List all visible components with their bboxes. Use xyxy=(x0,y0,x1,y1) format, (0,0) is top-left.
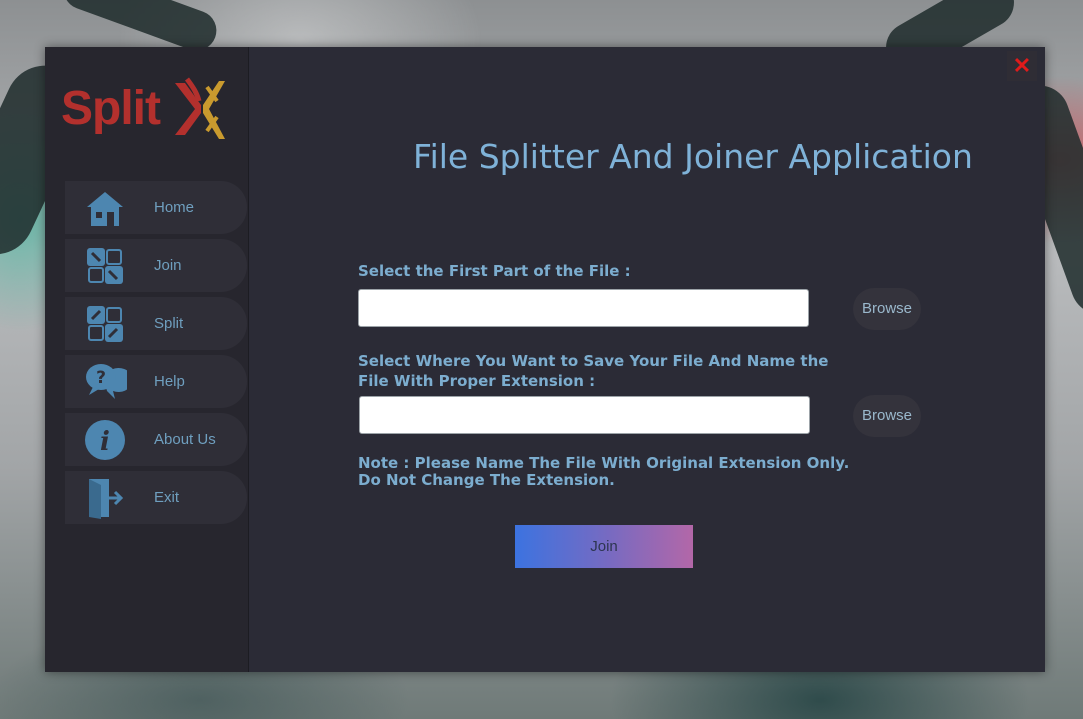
home-icon xyxy=(87,192,123,226)
first-part-input[interactable] xyxy=(358,289,809,327)
join-button[interactable]: Join xyxy=(515,525,693,568)
svg-text:?: ? xyxy=(96,368,106,388)
note-line2: Do Not Change The Extension. xyxy=(358,471,615,489)
sidebar-item-label: Help xyxy=(154,373,185,390)
app-logo: Split xyxy=(61,75,231,147)
save-location-label-line1: Select Where You Want to Save Your File … xyxy=(358,352,829,370)
sidebar-item-label: Split xyxy=(154,315,184,332)
exit-icon xyxy=(89,479,124,519)
sidebar-item-exit[interactable]: Exit xyxy=(65,471,247,524)
logo-text: Split xyxy=(61,82,161,135)
close-button[interactable]: ✕ xyxy=(1007,51,1037,81)
save-location-label-line2: File With Proper Extension : xyxy=(358,372,596,390)
sidebar-item-help[interactable]: ? Help xyxy=(65,355,247,408)
sidebar-item-label: About Us xyxy=(154,431,216,448)
sidebar-item-home[interactable]: Home xyxy=(65,181,247,234)
app-window: Split Home Join Split ? Help i About Us … xyxy=(45,47,1045,672)
browse-first-part-button[interactable]: Browse xyxy=(853,288,921,330)
first-part-label: Select the First Part of the File : xyxy=(358,262,631,280)
sidebar-item-label: Home xyxy=(154,199,195,216)
svg-text:i: i xyxy=(100,427,110,457)
browse-save-location-button[interactable]: Browse xyxy=(853,395,921,437)
sidebar-item-label: Exit xyxy=(154,489,180,506)
sidebar-item-split[interactable]: Split xyxy=(65,297,247,350)
sidebar-item-about-us[interactable]: i About Us xyxy=(65,413,247,466)
join-icon xyxy=(87,248,123,284)
note-text: Note : Please Name The File With Origina… xyxy=(358,455,849,489)
logo-x-icon xyxy=(175,77,225,139)
info-icon: i xyxy=(85,420,125,460)
split-icon xyxy=(87,306,123,342)
note-line1: Note : Please Name The File With Origina… xyxy=(358,454,850,472)
sidebar-item-label: Join xyxy=(154,257,182,274)
page-title: File Splitter And Joiner Application xyxy=(413,137,973,176)
help-icon: ? xyxy=(86,364,127,399)
sidebar-item-join[interactable]: Join xyxy=(65,239,247,292)
sidebar: Split Home Join Split ? Help i About Us … xyxy=(45,47,249,672)
save-location-input[interactable] xyxy=(359,396,810,434)
